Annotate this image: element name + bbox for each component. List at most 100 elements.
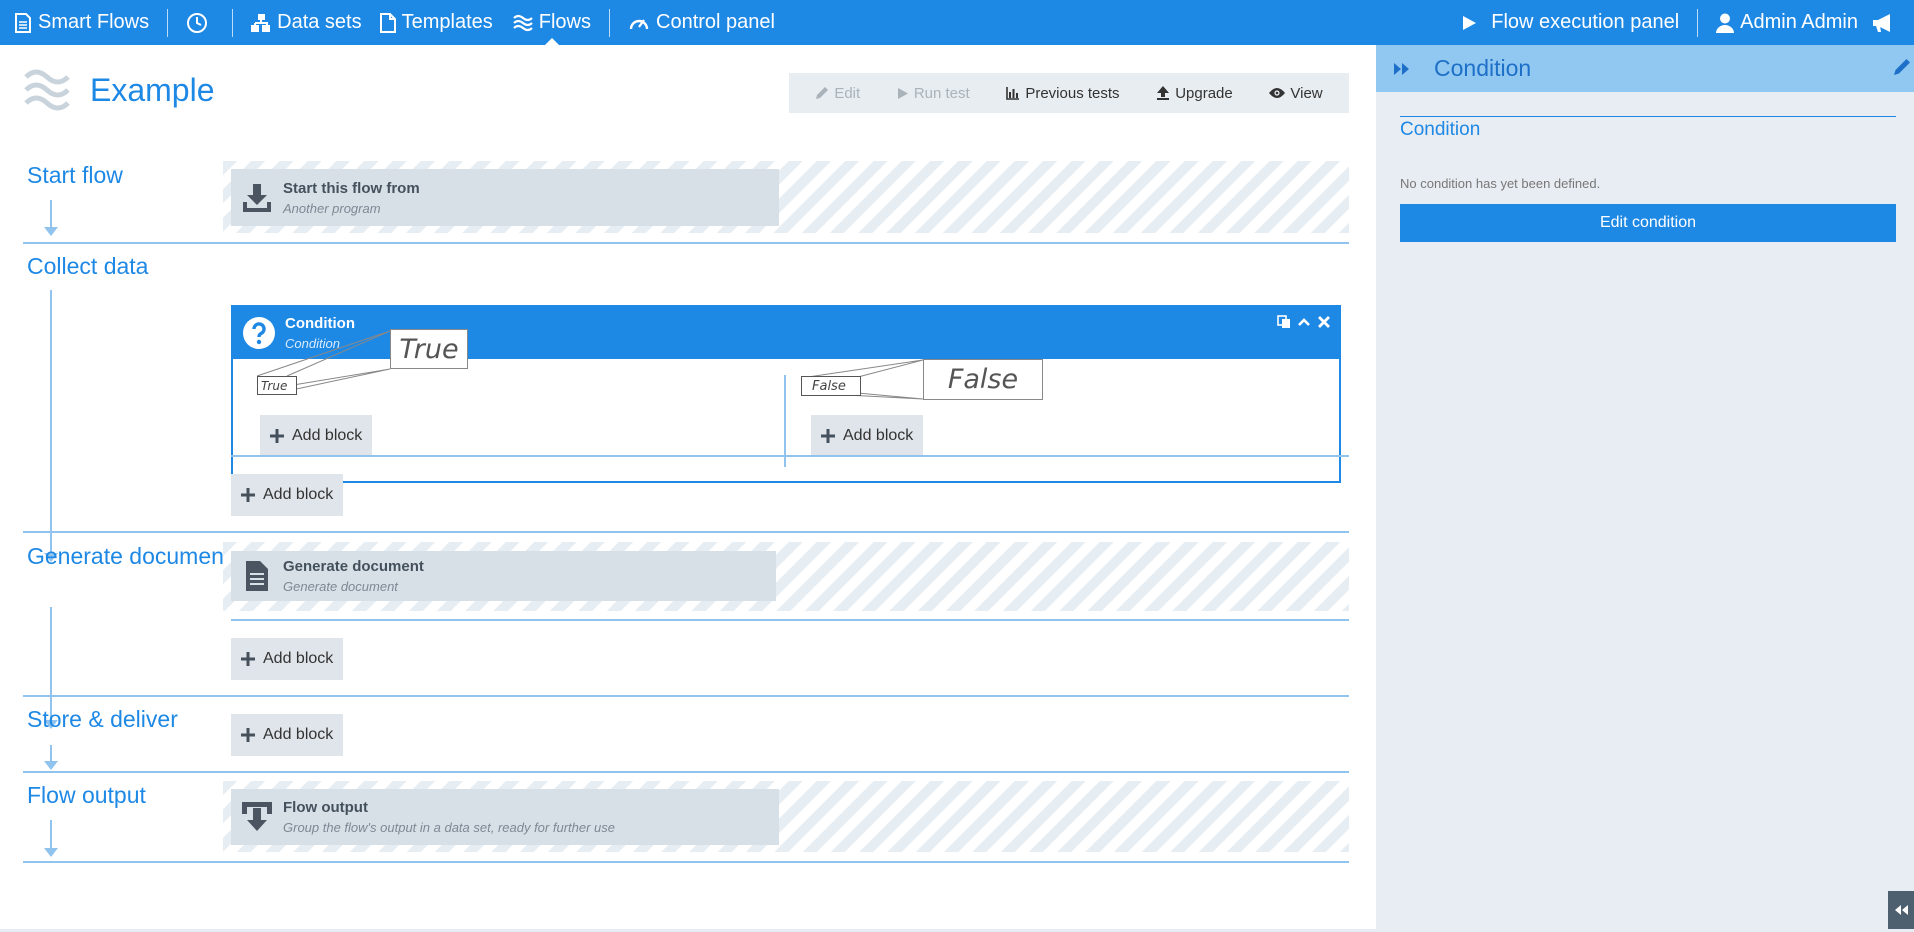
nav-separator — [609, 8, 610, 37]
download-icon — [237, 182, 277, 214]
no-condition-message: No condition has yet been defined. — [1400, 176, 1601, 191]
nav-item-data-sets[interactable]: Data sets — [251, 0, 362, 45]
pencil-icon[interactable] — [1892, 57, 1912, 77]
edit-button[interactable]: Edit — [815, 85, 860, 102]
block-title: Start this flow from — [283, 179, 420, 197]
block-subtitle: Generate document — [283, 579, 398, 594]
stage-connector-line — [50, 290, 52, 556]
stage-divider — [23, 771, 1349, 773]
double-chevron-right-icon[interactable] — [1394, 62, 1422, 76]
nav-item-label: Flows — [538, 11, 591, 33]
nav-item-flows[interactable]: Flows — [512, 0, 591, 45]
close-icon[interactable] — [1317, 315, 1331, 329]
brand-smart-flows[interactable]: Smart Flows — [14, 0, 149, 45]
stage-arrow-icon — [44, 227, 58, 236]
stage-title-generate-documents: Generate documents — [27, 543, 242, 569]
nav-item-control-panel[interactable]: Control panel — [628, 0, 775, 45]
nav-item-label: Templates — [401, 11, 493, 33]
brand-label: Smart Flows — [38, 11, 150, 33]
previous-tests-label: Previous tests — [1025, 84, 1120, 102]
block-text: Flow output Group the flow's output in a… — [283, 799, 615, 835]
false-branch-label-zoom: False — [923, 359, 1043, 400]
block-subtitle: Another program — [283, 200, 381, 216]
edit-label: Edit — [834, 84, 861, 102]
add-block-label: Add block — [263, 726, 334, 743]
add-block-button-generate-documents[interactable]: Add block — [231, 638, 344, 680]
pencil-icon — [816, 87, 829, 99]
stage-connector-line — [50, 200, 52, 230]
properties-side-panel: Condition Condition No condition has yet… — [1376, 45, 1914, 929]
file-icon — [379, 12, 396, 33]
history-button[interactable] — [186, 0, 214, 45]
double-chevron-left-icon — [1895, 905, 1908, 915]
document-icon — [237, 561, 277, 591]
flow-execution-panel-label: Flow execution panel — [1491, 11, 1680, 33]
add-block-button-store-deliver[interactable]: Add block — [231, 714, 344, 756]
flow-execution-panel-button[interactable]: Flow execution panel — [1461, 0, 1679, 45]
stage-divider — [23, 695, 1349, 697]
output-icon — [237, 800, 277, 834]
start-flow-block[interactable]: Start this flow from Another program — [231, 169, 779, 226]
question-circle-icon — [243, 317, 275, 349]
stage-arrow-icon — [44, 848, 58, 857]
stage-title-start-flow: Start flow — [27, 162, 123, 188]
add-block-button-true-branch[interactable]: Add block — [260, 415, 373, 457]
run-test-label: Run test — [913, 84, 970, 102]
sitemap-icon — [251, 13, 271, 32]
branch-divider — [784, 375, 786, 467]
stage-divider — [23, 531, 1349, 533]
view-button[interactable]: View — [1269, 85, 1323, 102]
upgrade-button[interactable]: Upgrade — [1156, 85, 1233, 102]
flow-toolbar: Edit Run test Previous tests Upgrade Vie… — [789, 73, 1349, 113]
stage-connector-line — [50, 820, 52, 850]
side-panel-header: Condition — [1376, 45, 1914, 92]
stage-title-store-deliver: Store & deliver — [27, 706, 178, 732]
page-title: Example — [90, 71, 215, 108]
announcements-button[interactable] — [1872, 0, 1900, 45]
flows-icon — [512, 14, 533, 31]
side-panel-title: Condition — [1434, 55, 1532, 81]
play-icon — [897, 87, 908, 99]
run-test-button[interactable]: Run test — [897, 85, 970, 102]
smart-flows-logo-icon — [15, 12, 31, 33]
section-divider — [1400, 116, 1896, 117]
condition-title: Condition — [285, 315, 355, 332]
dashboard-icon — [629, 18, 649, 29]
block-divider — [231, 455, 1349, 457]
nav-item-label: Control panel — [656, 11, 775, 33]
flow-output-block[interactable]: Flow output Group the flow's output in a… — [231, 789, 779, 845]
top-navigation-bar: Smart Flows Data sets Templates Flows Co… — [0, 0, 1914, 45]
play-icon — [1463, 15, 1477, 30]
collapse-panel-button[interactable] — [1888, 891, 1914, 929]
add-block-label: Add block — [263, 650, 334, 667]
add-block-button-false-branch[interactable]: Add block — [811, 415, 924, 457]
stage-divider — [23, 242, 1349, 244]
flows-icon — [24, 69, 70, 111]
add-block-button-collect-data[interactable]: Add block — [231, 474, 344, 516]
user-icon — [1716, 13, 1735, 33]
eye-icon — [1269, 88, 1286, 98]
clock-icon — [187, 12, 208, 33]
stage-title-flow-output: Flow output — [27, 782, 146, 808]
stage-title-collect-data: Collect data — [27, 253, 149, 279]
plus-icon — [241, 488, 255, 502]
nav-right-section: Flow execution panel Admin Admin — [1461, 0, 1914, 45]
plus-icon — [270, 429, 284, 443]
plus-icon — [821, 429, 835, 443]
plus-icon — [241, 728, 255, 742]
upgrade-label: Upgrade — [1175, 84, 1233, 102]
previous-tests-button[interactable]: Previous tests — [1006, 84, 1120, 102]
add-block-label: Add block — [843, 427, 914, 444]
edit-condition-button[interactable]: Edit condition — [1400, 204, 1896, 242]
flow-editor-main: Example Edit Run test Previous tests Upg… — [0, 45, 1376, 932]
block-divider — [231, 619, 1349, 621]
true-branch-label-zoom: True — [390, 329, 468, 369]
false-branch-label: False — [801, 376, 861, 396]
user-name: Admin Admin — [1740, 11, 1858, 33]
generate-document-block[interactable]: Generate document Generate document — [231, 551, 776, 601]
plus-icon — [241, 652, 255, 666]
nav-item-templates[interactable]: Templates — [379, 0, 493, 45]
user-menu[interactable]: Admin Admin — [1716, 0, 1858, 45]
copy-icon[interactable] — [1277, 315, 1291, 329]
chevron-up-icon[interactable] — [1297, 315, 1311, 329]
